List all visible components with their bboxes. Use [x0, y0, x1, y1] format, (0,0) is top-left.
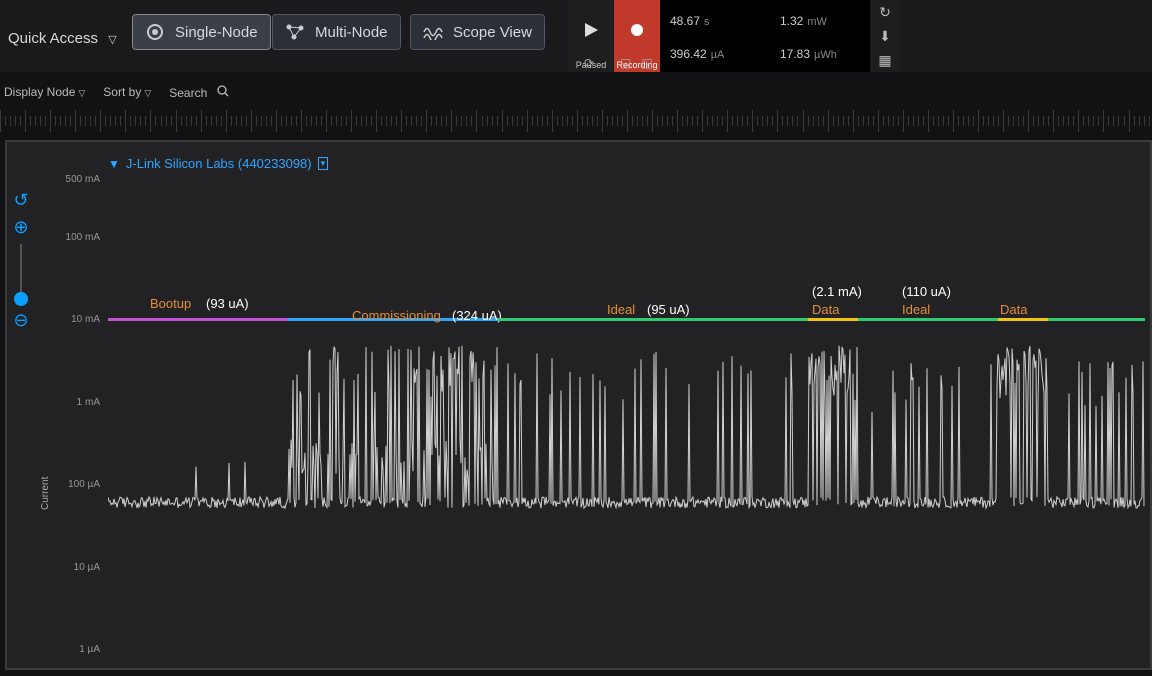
- zoom-slider-knob[interactable]: [14, 292, 28, 306]
- y-tick: 1 mA: [60, 397, 100, 408]
- segment-value: (93 uA): [206, 296, 249, 311]
- sq-b-icon[interactable]: ◲: [641, 56, 652, 70]
- single-node-label: Single-Node: [175, 24, 258, 41]
- triangle-down-icon: ▼: [108, 157, 120, 171]
- undo-zoom-icon[interactable]: ↺: [8, 190, 34, 211]
- segment-label: Data: [812, 302, 839, 317]
- display-node-menu[interactable]: Display Node▽: [4, 85, 85, 99]
- y-tick: 100 mA: [60, 232, 100, 243]
- history-icon[interactable]: ↻: [879, 4, 891, 21]
- record-button[interactable]: Recording ◱◲: [614, 0, 660, 72]
- scope-view-button[interactable]: Scope View: [410, 14, 545, 50]
- y-axis-label: Current: [40, 477, 51, 510]
- segment-bar: [1048, 318, 1145, 321]
- multi-node-icon: [285, 22, 305, 42]
- segment-label: Commissioning: [352, 308, 441, 323]
- search-icon: [217, 86, 229, 100]
- chevron-down-icon: ▽: [108, 34, 116, 46]
- scope-view-label: Scope View: [453, 24, 532, 41]
- segment-bar: [808, 318, 858, 321]
- y-tick: 500 mA: [60, 174, 100, 185]
- play-pause-button[interactable]: Paused ⟳: [568, 0, 614, 72]
- segment-value: (2.1 mA): [812, 284, 862, 299]
- y-tick: 10 µA: [60, 562, 100, 573]
- multi-node-button[interactable]: Multi-Node: [272, 14, 401, 50]
- play-icon: [582, 0, 600, 60]
- sort-by-menu[interactable]: Sort by▽: [103, 85, 151, 99]
- multi-node-label: Multi-Node: [315, 24, 388, 41]
- sq-a-icon[interactable]: ◱: [620, 56, 631, 70]
- search-box[interactable]: Search: [169, 85, 228, 100]
- device-header[interactable]: ▼ J-Link Silicon Labs (440233098) ▾: [108, 156, 328, 171]
- device-name-label: J-Link Silicon Labs (440233098): [126, 156, 312, 171]
- y-tick: 100 µA: [60, 479, 100, 490]
- timeline-ruler[interactable]: [0, 110, 1152, 132]
- device-dropdown-icon[interactable]: ▾: [318, 157, 329, 170]
- y-tick: 1 µA: [60, 644, 100, 655]
- segment-label: Data: [1000, 302, 1027, 317]
- segment-bar: [498, 318, 808, 321]
- single-node-button[interactable]: Single-Node: [132, 14, 271, 50]
- download-icon[interactable]: ⬇: [879, 28, 891, 45]
- zoom-in-icon[interactable]: ⊕: [8, 217, 34, 238]
- measure-col-1: 48.67s 396.42µA: [660, 0, 770, 72]
- current-waveform-plot[interactable]: [108, 180, 1145, 670]
- segment-label: Bootup: [150, 296, 191, 311]
- scope-view-icon: [423, 22, 443, 42]
- quick-access-menu[interactable]: Quick Access ▽: [8, 30, 117, 47]
- measure-col-2: 1.32mW 17.83µWh: [770, 0, 870, 72]
- segment-value: (110 uA): [902, 284, 951, 299]
- segment-bar: [998, 318, 1048, 321]
- loop-play-icon[interactable]: ⟳: [584, 56, 594, 70]
- grid-icon[interactable]: ▦: [878, 52, 891, 69]
- segment-bar: [858, 318, 998, 321]
- single-node-icon: [145, 22, 165, 42]
- y-tick: 10 mA: [60, 314, 100, 325]
- segment-label: Ideal: [902, 302, 930, 317]
- segment-value: (324 uA): [452, 308, 502, 323]
- segment-bar: [108, 318, 288, 321]
- zoom-slider[interactable]: [20, 244, 22, 306]
- record-icon: [629, 0, 645, 60]
- segment-label: Ideal: [607, 302, 635, 317]
- zoom-out-icon[interactable]: ⊖: [8, 310, 34, 331]
- segment-value: (95 uA): [647, 302, 690, 317]
- quick-access-label: Quick Access: [8, 30, 98, 47]
